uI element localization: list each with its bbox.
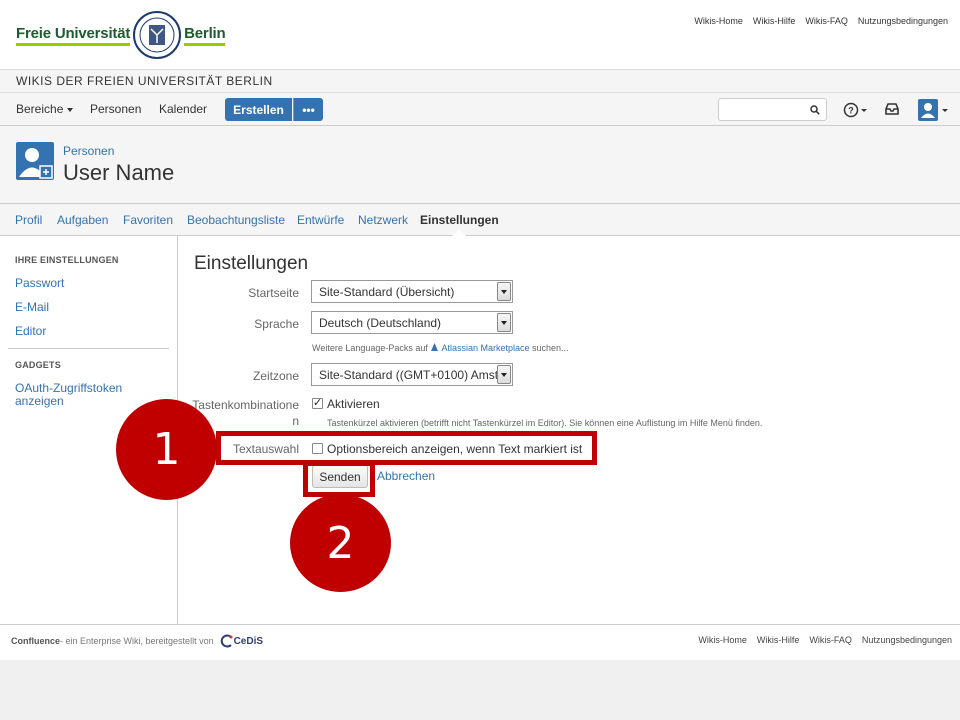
- zeitzone-select[interactable]: Site-Standard ((GMT+0100) Amste: [311, 363, 513, 386]
- startseite-select[interactable]: Site-Standard (Übersicht): [311, 280, 513, 303]
- breadcrumb-personen[interactable]: Personen: [63, 144, 114, 158]
- profile-avatar-icon: [16, 142, 54, 180]
- tab-netzwerk[interactable]: Netzwerk: [358, 213, 408, 227]
- cedis-logo[interactable]: CeDiS: [220, 634, 263, 648]
- top-link-nutzungsbedingungen[interactable]: Nutzungsbedingungen: [858, 16, 948, 26]
- logo-text-left: Freie Universität: [16, 25, 130, 46]
- chevron-down-icon: [67, 107, 74, 112]
- language-help: Weitere Language-Packs auf Atlassian Mar…: [312, 342, 569, 353]
- footer-link-wikis-faq[interactable]: Wikis-FAQ: [809, 635, 852, 645]
- zeitzone-value: Site-Standard ((GMT+0100) Amste: [319, 368, 505, 382]
- footer-product[interactable]: Confluence: [11, 636, 60, 646]
- notifications-icon[interactable]: [884, 102, 900, 116]
- fu-berlin-logo[interactable]: Freie Universität Berlin: [16, 8, 226, 62]
- sidebar-heading-gadgets: GADGETS: [15, 360, 61, 370]
- tab-entwuerfe[interactable]: Entwürfe: [297, 213, 344, 227]
- shortcuts-checkbox-label[interactable]: Aktivieren: [327, 397, 380, 411]
- svg-text:?: ?: [848, 106, 854, 116]
- help-menu-icon[interactable]: ?: [843, 101, 869, 119]
- sidebar-divider: [8, 348, 169, 349]
- footer-link-nutzungsbedingungen[interactable]: Nutzungsbedingungen: [862, 635, 952, 645]
- university-seal-icon: [133, 11, 182, 59]
- active-tab-indicator: [452, 229, 466, 236]
- page-title-user-name: User Name: [63, 160, 175, 185]
- shortcuts-label-line1: Tastenkombinatione: [192, 398, 299, 412]
- cedis-logo-icon: [220, 634, 233, 648]
- tab-beobachtungsliste[interactable]: Beobachtungsliste: [187, 213, 285, 227]
- create-more-button[interactable]: •••: [293, 98, 323, 121]
- sidebar-item-oauth-line2: anzeigen: [15, 394, 64, 408]
- annotation-badge-1: 1: [116, 399, 217, 500]
- annotation-highlight-senden: [303, 461, 375, 497]
- language-help-prefix: Weitere Language-Packs auf: [312, 343, 428, 353]
- nav-personen[interactable]: Personen: [90, 102, 141, 116]
- top-link-wikis-hilfe[interactable]: Wikis-Hilfe: [753, 16, 796, 26]
- sprache-select[interactable]: Deutsch (Deutschland): [311, 311, 513, 334]
- annotation-badge-2: 2: [290, 494, 391, 592]
- create-button[interactable]: Erstellen: [225, 98, 292, 121]
- shortcuts-help: Tastenkürzel aktivieren (betrifft nicht …: [327, 418, 763, 428]
- footer-link-wikis-hilfe[interactable]: Wikis-Hilfe: [757, 635, 800, 645]
- nav-kalender[interactable]: Kalender: [159, 102, 207, 116]
- top-links: Wikis-Home Wikis-Hilfe Wikis-FAQ Nutzung…: [694, 16, 948, 26]
- sidebar-heading-settings: IHRE EINSTELLUNGEN: [15, 255, 119, 265]
- startseite-value: Site-Standard (Übersicht): [319, 285, 455, 299]
- tab-aufgaben[interactable]: Aufgaben: [57, 213, 108, 227]
- nav-bereiche[interactable]: Bereiche: [16, 102, 74, 116]
- tab-einstellungen[interactable]: Einstellungen: [420, 213, 499, 227]
- cedis-logo-text: CeDiS: [233, 635, 264, 647]
- cancel-link[interactable]: Abbrechen: [377, 469, 435, 483]
- nav-bereiche-label: Bereiche: [16, 102, 64, 116]
- top-link-wikis-home[interactable]: Wikis-Home: [694, 16, 743, 26]
- settings-title: Einstellungen: [194, 253, 309, 274]
- top-link-wikis-faq[interactable]: Wikis-FAQ: [805, 16, 848, 26]
- sidebar-item-oauth-tokens[interactable]: OAuth-Zugriffstoken anzeigen: [15, 382, 122, 408]
- sprache-value: Deutsch (Deutschland): [319, 316, 442, 330]
- sidebar-item-email[interactable]: E-Mail: [15, 301, 49, 314]
- startseite-label: Startseite: [248, 286, 299, 300]
- shortcuts-checkbox[interactable]: [312, 396, 323, 409]
- dropdown-arrow-icon: [497, 313, 511, 332]
- footer-credits: Confluence - ein Enterprise Wiki, bereit…: [11, 634, 263, 648]
- sidebar-item-editor[interactable]: Editor: [15, 325, 46, 338]
- tab-favoriten[interactable]: Favoriten: [123, 213, 173, 227]
- search-icon: [810, 105, 820, 115]
- footer-tagline: - ein Enterprise Wiki, bereitgestellt vo…: [60, 636, 214, 646]
- sprache-label: Sprache: [254, 317, 299, 331]
- language-help-suffix: suchen...: [532, 343, 569, 353]
- sidebar-item-passwort[interactable]: Passwort: [15, 277, 64, 290]
- atlassian-marketplace-icon: [431, 343, 439, 351]
- tab-profil[interactable]: Profil: [15, 213, 42, 227]
- footer-links: Wikis-Home Wikis-Hilfe Wikis-FAQ Nutzung…: [698, 635, 952, 645]
- zeitzone-label: Zeitzone: [252, 369, 299, 383]
- search-input[interactable]: [718, 98, 827, 121]
- dropdown-arrow-icon: [497, 282, 511, 301]
- site-title: WIKIS DER FREIEN UNIVERSITÄT BERLIN: [0, 70, 960, 93]
- dropdown-arrow-icon: [497, 365, 511, 384]
- footer-link-wikis-home[interactable]: Wikis-Home: [698, 635, 747, 645]
- annotation-highlight-textauswahl: [216, 431, 597, 465]
- user-avatar-icon[interactable]: [918, 99, 950, 121]
- atlassian-marketplace-link[interactable]: Atlassian Marketplace: [441, 343, 529, 353]
- logo-text-right: Berlin: [184, 25, 226, 46]
